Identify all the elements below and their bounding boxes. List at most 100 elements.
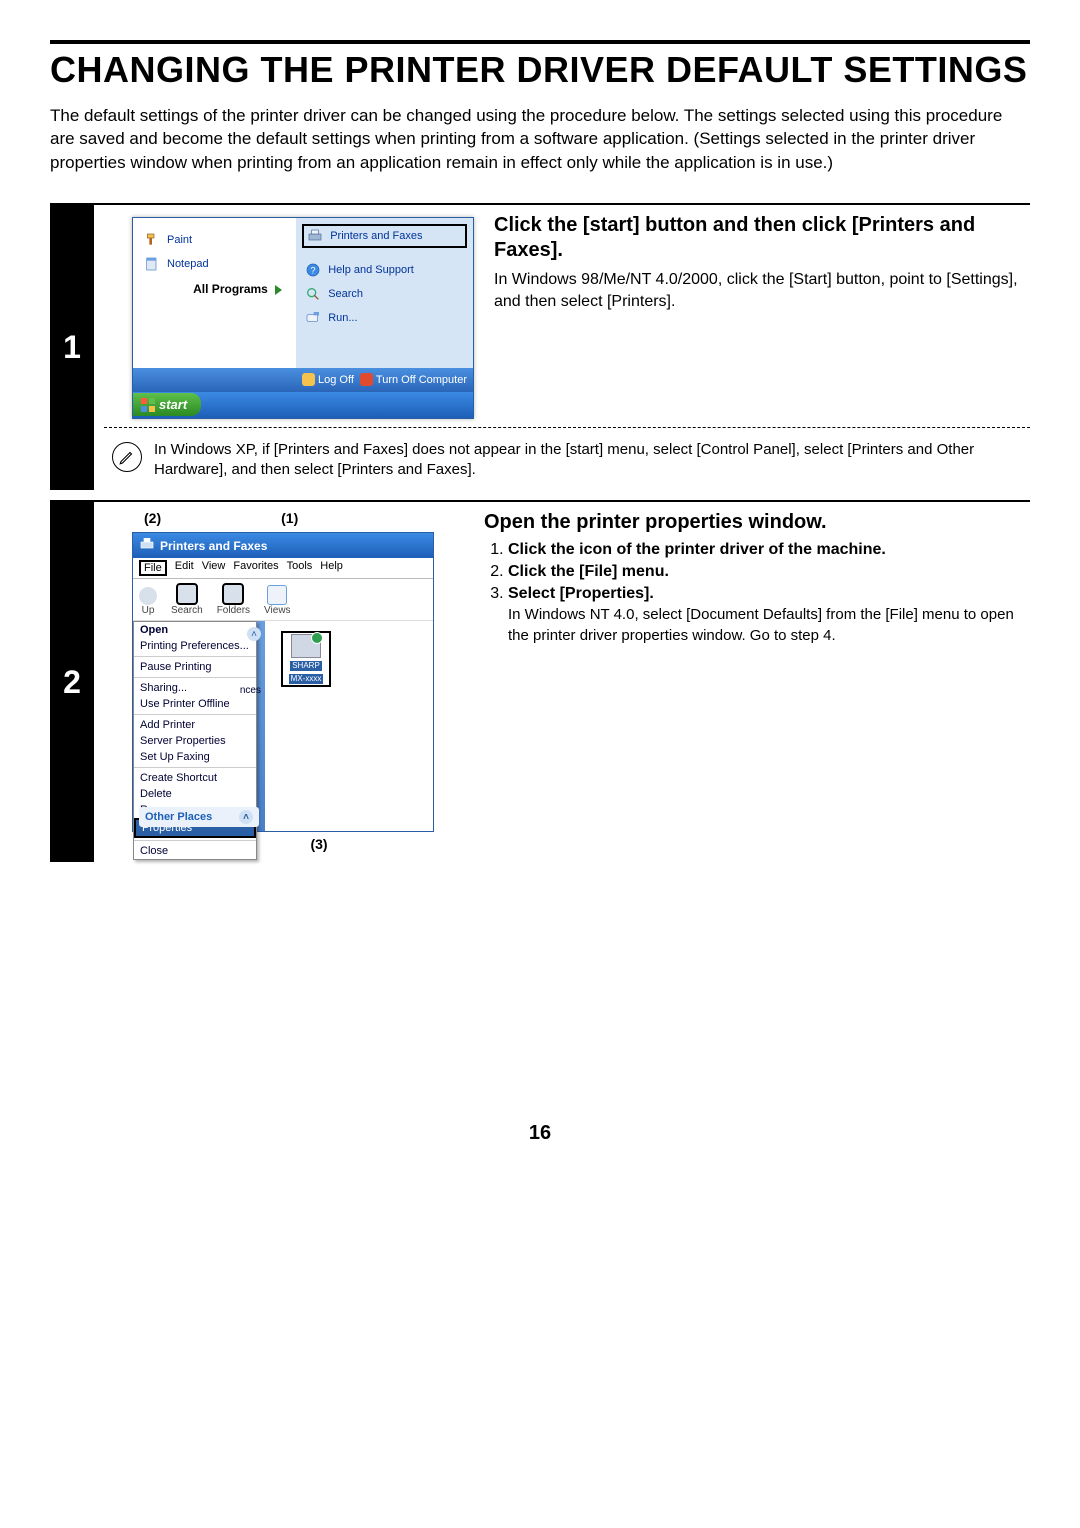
printers-faxes-titlebar-icon: [139, 536, 155, 555]
all-programs-arrow-icon: [275, 285, 282, 295]
step-2-item-3-note: In Windows NT 4.0, select [Document Defa…: [508, 605, 1030, 646]
file-menu-sharing: Sharing...: [134, 680, 256, 696]
side-chevron: ˄: [247, 627, 261, 641]
start-button-label: start: [159, 397, 187, 412]
step-2-item-2-label: Click the [File] menu.: [508, 563, 669, 580]
callout-labels-top: (2) (1): [104, 510, 464, 526]
svg-text:?: ?: [311, 265, 316, 275]
toolbar-views: Views: [264, 585, 291, 616]
note-pencil-icon: [112, 442, 142, 472]
logoff-icon: [302, 373, 315, 386]
all-programs: All Programs: [141, 276, 290, 296]
step-1-number: 1: [50, 205, 94, 491]
printer-label-top: SHARP: [290, 661, 322, 671]
toolbar-views-label: Views: [264, 605, 291, 616]
help-icon: ?: [304, 261, 322, 279]
window-titlebar: Printers and Faxes: [133, 533, 433, 558]
window-sidepanel: Open Printing Preferences... Pause Print…: [133, 621, 265, 831]
start-item-search: Search: [302, 282, 467, 306]
file-menu-open: Open: [134, 622, 256, 638]
toolbar-search-label: Search: [171, 605, 203, 616]
step-2-sublist: Click the icon of the printer driver of …: [484, 541, 1030, 646]
file-menu-close: Close: [134, 843, 256, 859]
toolbar-search: Search: [171, 583, 203, 616]
step-2-item-3-label: Select [Properties].: [508, 585, 654, 602]
callout-1: (1): [281, 510, 298, 526]
printer-driver-icon: SHARP MX-xxxx: [281, 631, 331, 687]
start-item-paint-label: Paint: [167, 234, 192, 246]
window-menubar: File Edit View Favorites Tools Help: [133, 558, 433, 579]
start-item-help: ? Help and Support: [302, 258, 467, 282]
turnoff-label: Turn Off Computer: [376, 374, 467, 386]
turnoff-icon: [360, 373, 373, 386]
start-item-printers-faxes-label: Printers and Faxes: [330, 230, 422, 242]
side-chip-partial: nces: [240, 685, 261, 696]
menu-edit: Edit: [175, 560, 194, 576]
toolbar-up-label: Up: [142, 605, 155, 616]
step-2-item-3: Select [Properties]. In Windows NT 4.0, …: [508, 585, 1030, 646]
window-main-area: SHARP MX-xxxx: [265, 621, 433, 831]
toolbar-folders-label: Folders: [217, 605, 250, 616]
file-menu-setup-fax: Set Up Faxing: [134, 749, 256, 765]
step-2-item-1: Click the icon of the printer driver of …: [508, 541, 1030, 559]
step-2-item-2: Click the [File] menu.: [508, 563, 1030, 581]
start-menu-screenshot: Paint Notepad All Programs: [132, 217, 474, 419]
file-menu-server-props: Server Properties: [134, 733, 256, 749]
toolbar-folders: Folders: [217, 583, 250, 616]
paint-icon: [143, 231, 161, 249]
step-1-heading: Click the [start] button and then click …: [494, 213, 1030, 263]
menu-tools: Tools: [287, 560, 313, 576]
step-1-subtext: In Windows 98/Me/NT 4.0/2000, click the …: [494, 269, 1030, 312]
side-other-places-label: Other Places: [145, 811, 212, 823]
logoff-button: Log Off: [302, 373, 354, 386]
printer-label-bottom: MX-xxxx: [289, 674, 324, 684]
start-item-search-label: Search: [328, 288, 363, 300]
step-2-item-1-label: Click the icon of the printer driver of …: [508, 541, 886, 558]
file-menu-offline: Use Printer Offline: [134, 696, 256, 712]
start-item-run-label: Run...: [328, 312, 357, 324]
printers-faxes-icon: [306, 227, 324, 245]
start-item-run: Run...: [302, 306, 467, 330]
menu-view: View: [202, 560, 226, 576]
printers-window-screenshot: Printers and Faxes File Edit View Favori…: [132, 532, 434, 832]
dashed-separator: [104, 427, 1030, 428]
chevron-up-icon: ˄: [239, 810, 253, 824]
top-rule: [50, 40, 1030, 44]
step-1: 1 Paint: [50, 203, 1030, 491]
start-item-help-label: Help and Support: [328, 264, 414, 276]
start-menu-footer: Log Off Turn Off Computer: [133, 368, 473, 392]
step-2-number: 2: [50, 502, 94, 862]
start-item-printers-faxes: Printers and Faxes: [302, 224, 467, 248]
menu-file: File: [139, 560, 167, 576]
turnoff-button: Turn Off Computer: [360, 373, 467, 386]
windows-flag-icon: [141, 398, 155, 412]
search-icon: [304, 285, 322, 303]
step-1-note: In Windows XP, if [Printers and Faxes] d…: [154, 440, 1030, 481]
side-other-places: Other Places ˄: [139, 807, 259, 827]
toolbar-up: Up: [139, 587, 157, 616]
run-icon: [304, 309, 322, 327]
file-menu-add-printer: Add Printer: [134, 717, 256, 733]
start-button: start: [133, 393, 201, 416]
toolbar-search-icon: [176, 583, 198, 605]
printer-device-icon: [291, 634, 321, 658]
window-title-text: Printers and Faxes: [160, 539, 267, 553]
page-title: CHANGING THE PRINTER DRIVER DEFAULT SETT…: [50, 50, 1030, 90]
window-toolbar: Up Search Folders: [133, 579, 433, 621]
all-programs-label: All Programs: [193, 282, 268, 296]
file-menu-pause: Pause Printing: [134, 659, 256, 675]
step-2: 2 (2) (1) Printers and Faxes: [50, 500, 1030, 862]
start-item-notepad-label: Notepad: [167, 258, 209, 270]
chevron-up-icon: ˄: [247, 627, 261, 641]
notepad-icon: [143, 255, 161, 273]
start-item-paint: Paint: [141, 228, 290, 252]
file-menu-printing-prefs: Printing Preferences...: [134, 638, 256, 654]
step-2-heading: Open the printer properties window.: [484, 510, 1030, 535]
toolbar-folders-icon: [222, 583, 244, 605]
toolbar-views-icon: [267, 585, 287, 605]
intro-text: The default settings of the printer driv…: [50, 104, 1030, 175]
menu-help: Help: [320, 560, 343, 576]
logoff-label: Log Off: [318, 374, 354, 386]
file-menu-delete: Delete: [134, 786, 256, 802]
file-menu-create-shortcut: Create Shortcut: [134, 770, 256, 786]
